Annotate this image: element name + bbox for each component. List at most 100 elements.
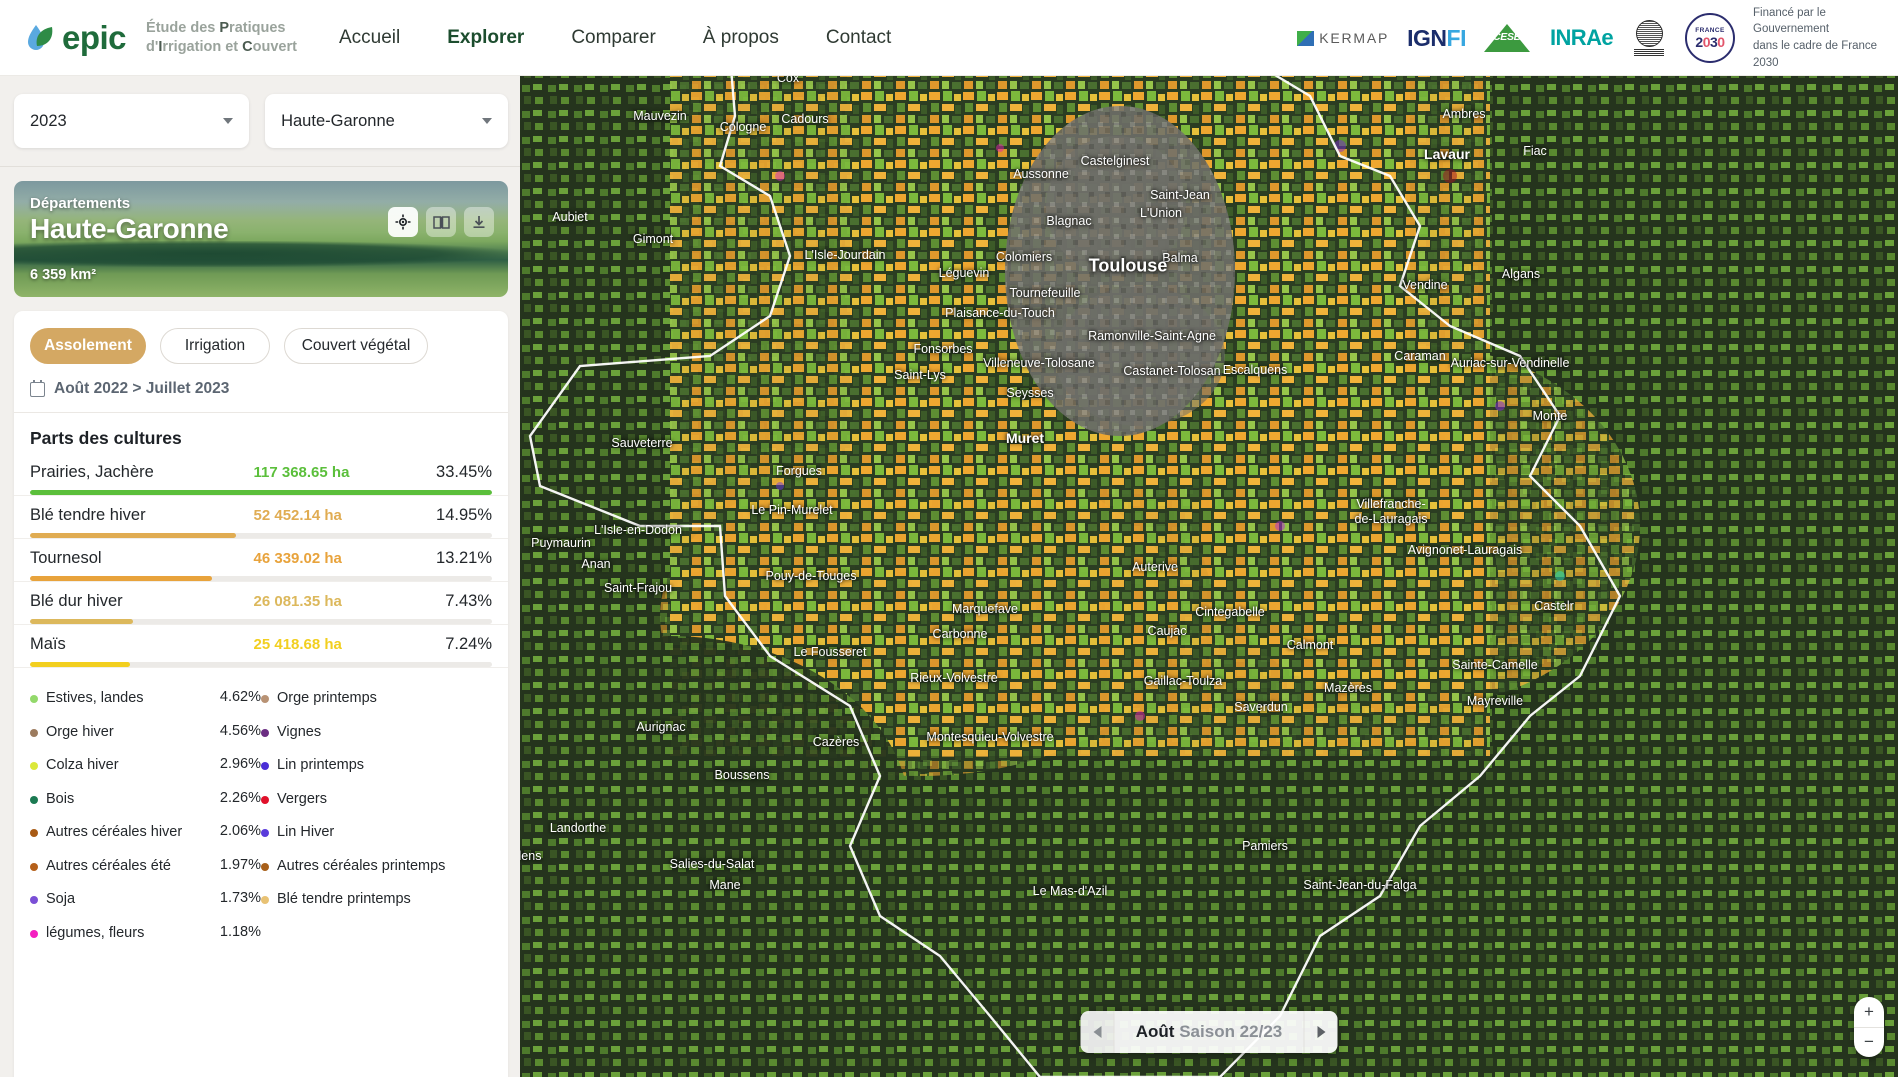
logo-text: epic xyxy=(62,18,127,56)
nav-item-comparer[interactable]: Comparer xyxy=(571,27,655,49)
nav-item-accueil[interactable]: Accueil xyxy=(339,27,400,49)
crop-row-area: 117 368.65 ha xyxy=(253,464,350,481)
legend-item[interactable]: Lin printemps0.21% xyxy=(261,749,492,783)
section-title: Parts des cultures xyxy=(30,428,182,448)
date-range-label: Août 2022 > Juillet 2023 xyxy=(54,380,230,397)
department-card: Départements Haute-Garonne 6 359 km² xyxy=(14,181,508,297)
legend-color-dot xyxy=(261,896,269,905)
legend-pct: 1.97% xyxy=(219,856,261,873)
ignfi-label-b: FI xyxy=(1446,24,1467,51)
legend-item[interactable]: Autres céréales hiver 2.06% xyxy=(30,816,261,850)
cesbio-label: CESBIO xyxy=(1492,31,1532,43)
sidebar-divider xyxy=(0,166,520,167)
tab-irrigation[interactable]: Irrigation xyxy=(160,328,270,364)
crop-row[interactable]: Prairies, Jachère 117 368.65 ha 33.45% xyxy=(14,453,508,495)
nav-item-explorer[interactable]: Explorer xyxy=(447,27,524,49)
crop-row[interactable]: Blé tendre hiver 52 452.14 ha 14.95% xyxy=(14,496,508,538)
filter-selectors: 2023 Haute-Garonne xyxy=(0,76,520,166)
crop-share-list: Prairies, Jachère 117 368.65 ha 33.45% Blé … xyxy=(14,453,508,668)
zoom-out-button[interactable]: − xyxy=(1854,1028,1884,1058)
chevron-right-icon xyxy=(1317,1026,1325,1038)
crop-row[interactable]: Blé dur hiver 26 081.35 ha 7.43% xyxy=(14,582,508,624)
legend-item[interactable]: Vignes0.27% xyxy=(261,716,492,750)
legend-item[interactable]: Lin Hiver0.04% xyxy=(261,816,492,850)
legend-label: Autres céréales été xyxy=(46,857,171,874)
nav-item-apropos[interactable]: À propos xyxy=(703,27,779,49)
legend-item[interactable]: Autres céréales printemps0.01% xyxy=(261,850,492,884)
crop-row[interactable]: Maïs 25 418.68 ha 7.24% xyxy=(14,625,508,667)
legend-color-dot xyxy=(261,862,269,871)
partner-cesbio[interactable]: CESBIO xyxy=(1483,21,1532,55)
department-kicker: Départements xyxy=(30,195,131,212)
legend-color-dot xyxy=(30,896,38,905)
f2030-b: 0 xyxy=(1702,33,1711,50)
month-next-button[interactable] xyxy=(1303,1011,1338,1053)
legend-item[interactable]: Colza hiver 2.96% xyxy=(30,749,261,783)
crop-row[interactable]: Tournesol 46 339.02 ha 13.21% xyxy=(14,539,508,581)
legend-label: Vignes xyxy=(277,723,322,740)
partner-ignfi[interactable]: IGN FI xyxy=(1407,21,1466,55)
kermap-label: KERMAP xyxy=(1319,30,1390,46)
tagline-b: P xyxy=(219,19,230,36)
france2030-icon: FRANCE 2030 xyxy=(1685,13,1735,63)
legend-item[interactable]: Blé tendre printemps0.00% xyxy=(261,883,492,917)
crop-row-pct: 7.43% xyxy=(445,592,492,610)
legend-pct: 2.06% xyxy=(219,823,261,840)
department-card-actions xyxy=(388,207,494,237)
site-header: epic Étude des Pratiques d'Irrigation et… xyxy=(0,0,1898,76)
download-icon[interactable] xyxy=(464,207,494,237)
map-zoom-controls[interactable]: + − xyxy=(1854,997,1884,1057)
ignfi-label-a: IGN xyxy=(1407,24,1447,51)
partner-republique-francaise[interactable] xyxy=(1631,18,1667,58)
legend-label: légumes, fleurs xyxy=(46,924,145,941)
republique-seal-icon xyxy=(1631,18,1667,58)
map-view[interactable]: GrenadeCoxMauvezinCadoursCologneAmbresCa… xyxy=(520,56,1898,1077)
legend-color-dot xyxy=(30,695,38,703)
month-value: Août xyxy=(1135,1022,1175,1041)
zoom-in-button[interactable]: + xyxy=(1854,997,1884,1028)
legend-item[interactable]: Autres céréales été 1.97% xyxy=(30,850,261,884)
legend-label: Autres céréales printemps xyxy=(277,857,446,874)
tagline-h: ouvert xyxy=(252,38,297,55)
legend-item[interactable]: légumes, fleurs 1.18% xyxy=(30,917,261,951)
legend-color-dot xyxy=(30,862,38,871)
locate-icon[interactable] xyxy=(388,207,418,237)
legend-item[interactable]: Orge printemps0.31% xyxy=(261,682,492,716)
legend-item[interactable]: Soja 1.73% xyxy=(30,883,261,917)
legend-item[interactable]: Estives, landes 4.62% xyxy=(30,682,261,716)
chevron-down-icon xyxy=(223,118,234,124)
legend-color-dot xyxy=(261,762,269,771)
logo[interactable]: epic xyxy=(22,18,127,57)
sidebar: 2023 Haute-Garonne Départements Haute-Ga… xyxy=(0,76,520,1077)
partner-france2030[interactable]: FRANCE 2030 xyxy=(1685,13,1735,63)
legend-color-dot xyxy=(261,795,269,804)
f2030-a: 2 xyxy=(1695,33,1703,50)
legend-item[interactable]: Bois 2.26% xyxy=(30,783,261,817)
date-range[interactable]: Août 2022 > Juillet 2023 xyxy=(14,376,508,412)
nav-item-contact[interactable]: Contact xyxy=(826,27,891,49)
app-root: epic Étude des Pratiques d'Irrigation et… xyxy=(0,0,1898,1077)
crop-row-pct: 13.21% xyxy=(436,549,492,567)
chevron-down-icon xyxy=(482,118,492,124)
crop-legend-left: Estives, landes 4.62% Orge hiver 4.56% Colza… xyxy=(30,682,261,951)
legend-item[interactable]: Orge hiver 4.56% xyxy=(30,716,261,750)
crop-row-name: Prairies, Jachère xyxy=(30,463,154,481)
legend-color-dot xyxy=(261,829,269,838)
tab-couvert-vegetal[interactable]: Couvert végétal xyxy=(284,328,428,364)
month-prev-button[interactable] xyxy=(1080,1011,1115,1053)
department-select-value: Haute-Garonne xyxy=(281,111,395,130)
tab-assolement[interactable]: Assolement xyxy=(30,328,146,364)
partner-kermap[interactable]: KERMAP xyxy=(1297,21,1389,55)
department-select[interactable]: Haute-Garonne xyxy=(265,94,508,148)
month-navigator[interactable]: Août Saison 22/23 xyxy=(1080,1011,1338,1053)
legend-item[interactable]: Vergers0.08% xyxy=(261,783,492,817)
legend-label: Lin Hiver xyxy=(277,824,335,841)
book-icon[interactable] xyxy=(426,207,456,237)
partner-inrae[interactable]: INRAe xyxy=(1550,21,1614,55)
year-select[interactable]: 2023 xyxy=(14,94,250,148)
legend-color-dot xyxy=(261,695,269,703)
legend-pct: 2.96% xyxy=(219,756,261,773)
legend-pct: 4.62% xyxy=(219,689,261,705)
season-value: Saison 22/23 xyxy=(1179,1022,1283,1041)
legend-label: Estives, landes xyxy=(46,690,144,706)
